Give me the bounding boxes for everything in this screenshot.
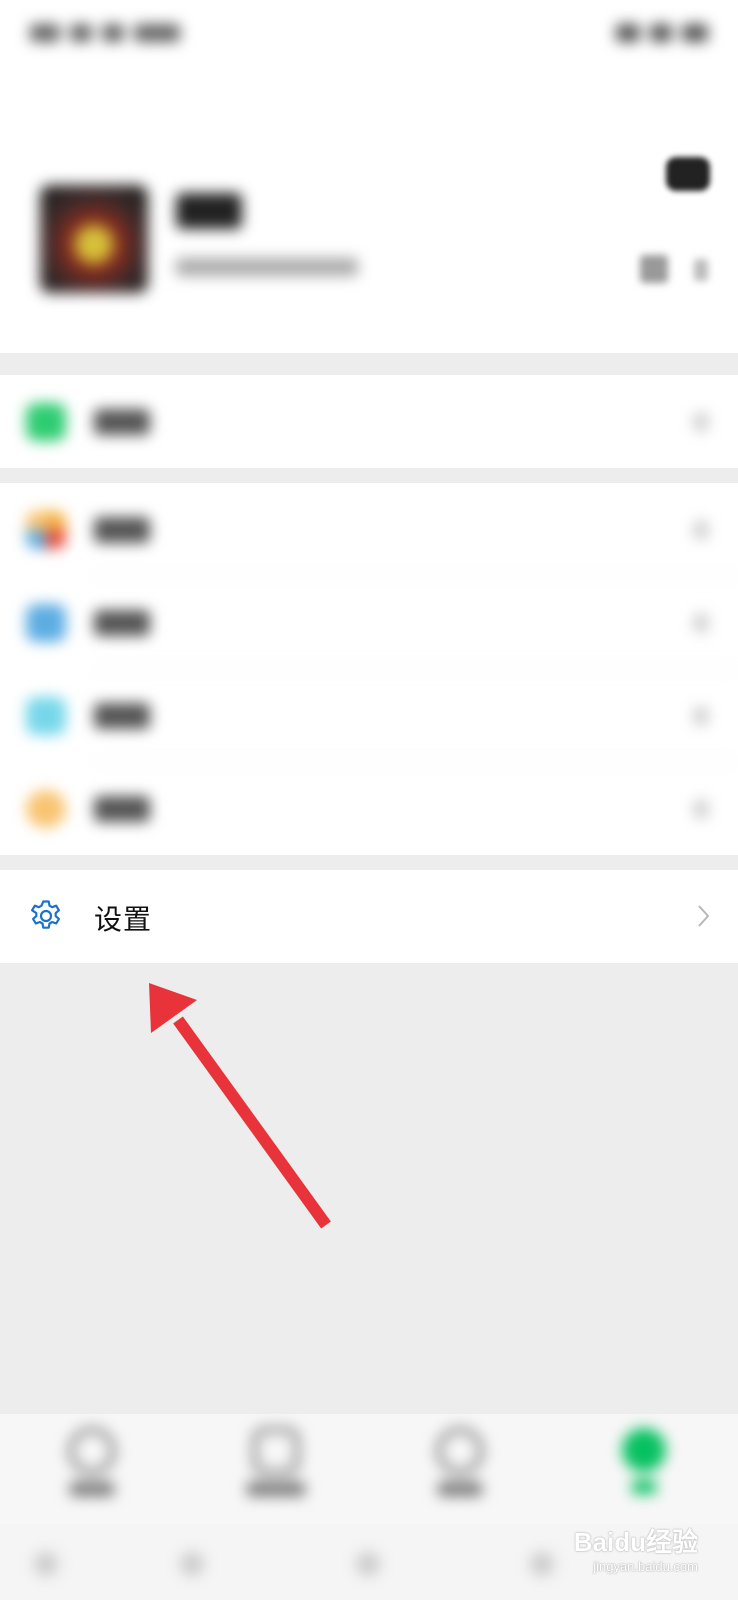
contacts-icon <box>253 1428 299 1474</box>
tab-chats[interactable] <box>42 1428 142 1496</box>
menu-item-stickers[interactable] <box>0 762 738 855</box>
cards-icon <box>26 697 66 735</box>
chevron-right-icon <box>694 614 708 632</box>
settings-row[interactable]: 设置 <box>0 870 738 963</box>
label-blur <box>94 796 150 822</box>
chevron-right-icon <box>698 905 710 927</box>
tab-me[interactable] <box>594 1428 694 1494</box>
tab-discover[interactable] <box>410 1428 510 1496</box>
watermark-brand: Baidu经验 <box>573 1527 698 1557</box>
avatar[interactable] <box>40 185 148 293</box>
label-blur <box>94 409 150 435</box>
profile-name-blur <box>176 193 242 229</box>
camera-icon[interactable] <box>666 157 710 191</box>
menu-item-moments[interactable] <box>0 576 738 669</box>
tab-label-blur <box>247 1482 305 1496</box>
profile-subtitle-blur <box>176 258 358 276</box>
discover-icon <box>437 1428 483 1474</box>
gear-icon <box>31 900 60 929</box>
favorites-icon <box>26 511 66 549</box>
status-right-icons <box>616 24 708 42</box>
menu-item-cards[interactable] <box>0 669 738 762</box>
status-bar <box>0 0 738 75</box>
pay-icon <box>26 403 66 441</box>
chevron-right-icon <box>694 521 708 539</box>
menu-item-pay[interactable] <box>0 375 738 468</box>
watermark-url: jingyan.baidu.com <box>593 1559 698 1574</box>
moments-icon <box>26 604 66 642</box>
recents-icon[interactable] <box>356 1552 380 1576</box>
tab-label-blur <box>70 1482 114 1496</box>
settings-label: 设置 <box>94 904 153 935</box>
tab-contacts[interactable] <box>226 1428 326 1496</box>
qr-code-icon[interactable] <box>640 255 668 283</box>
watermark: Baidu经验 jingyan.baidu.com <box>574 1522 698 1574</box>
chats-icon <box>69 1428 115 1474</box>
chevron-right-icon <box>694 259 708 281</box>
back-icon[interactable] <box>34 1552 58 1576</box>
chevron-right-icon <box>694 413 708 431</box>
menu-icon[interactable] <box>530 1552 554 1576</box>
me-icon <box>622 1428 666 1472</box>
home-icon[interactable] <box>180 1552 204 1576</box>
label-blur <box>94 610 150 636</box>
status-left-icons <box>30 24 180 42</box>
profile-header[interactable] <box>0 75 738 353</box>
menu-item-favorites[interactable] <box>0 483 738 576</box>
pay-group <box>0 375 738 468</box>
stickers-icon <box>26 790 66 828</box>
bottom-nav <box>0 1414 738 1524</box>
tab-label-blur <box>632 1480 656 1494</box>
tab-label-blur <box>438 1482 482 1496</box>
chevron-right-icon <box>694 707 708 725</box>
label-blur <box>94 517 150 543</box>
label-blur <box>94 703 150 729</box>
chevron-right-icon <box>694 800 708 818</box>
features-group <box>0 483 738 855</box>
